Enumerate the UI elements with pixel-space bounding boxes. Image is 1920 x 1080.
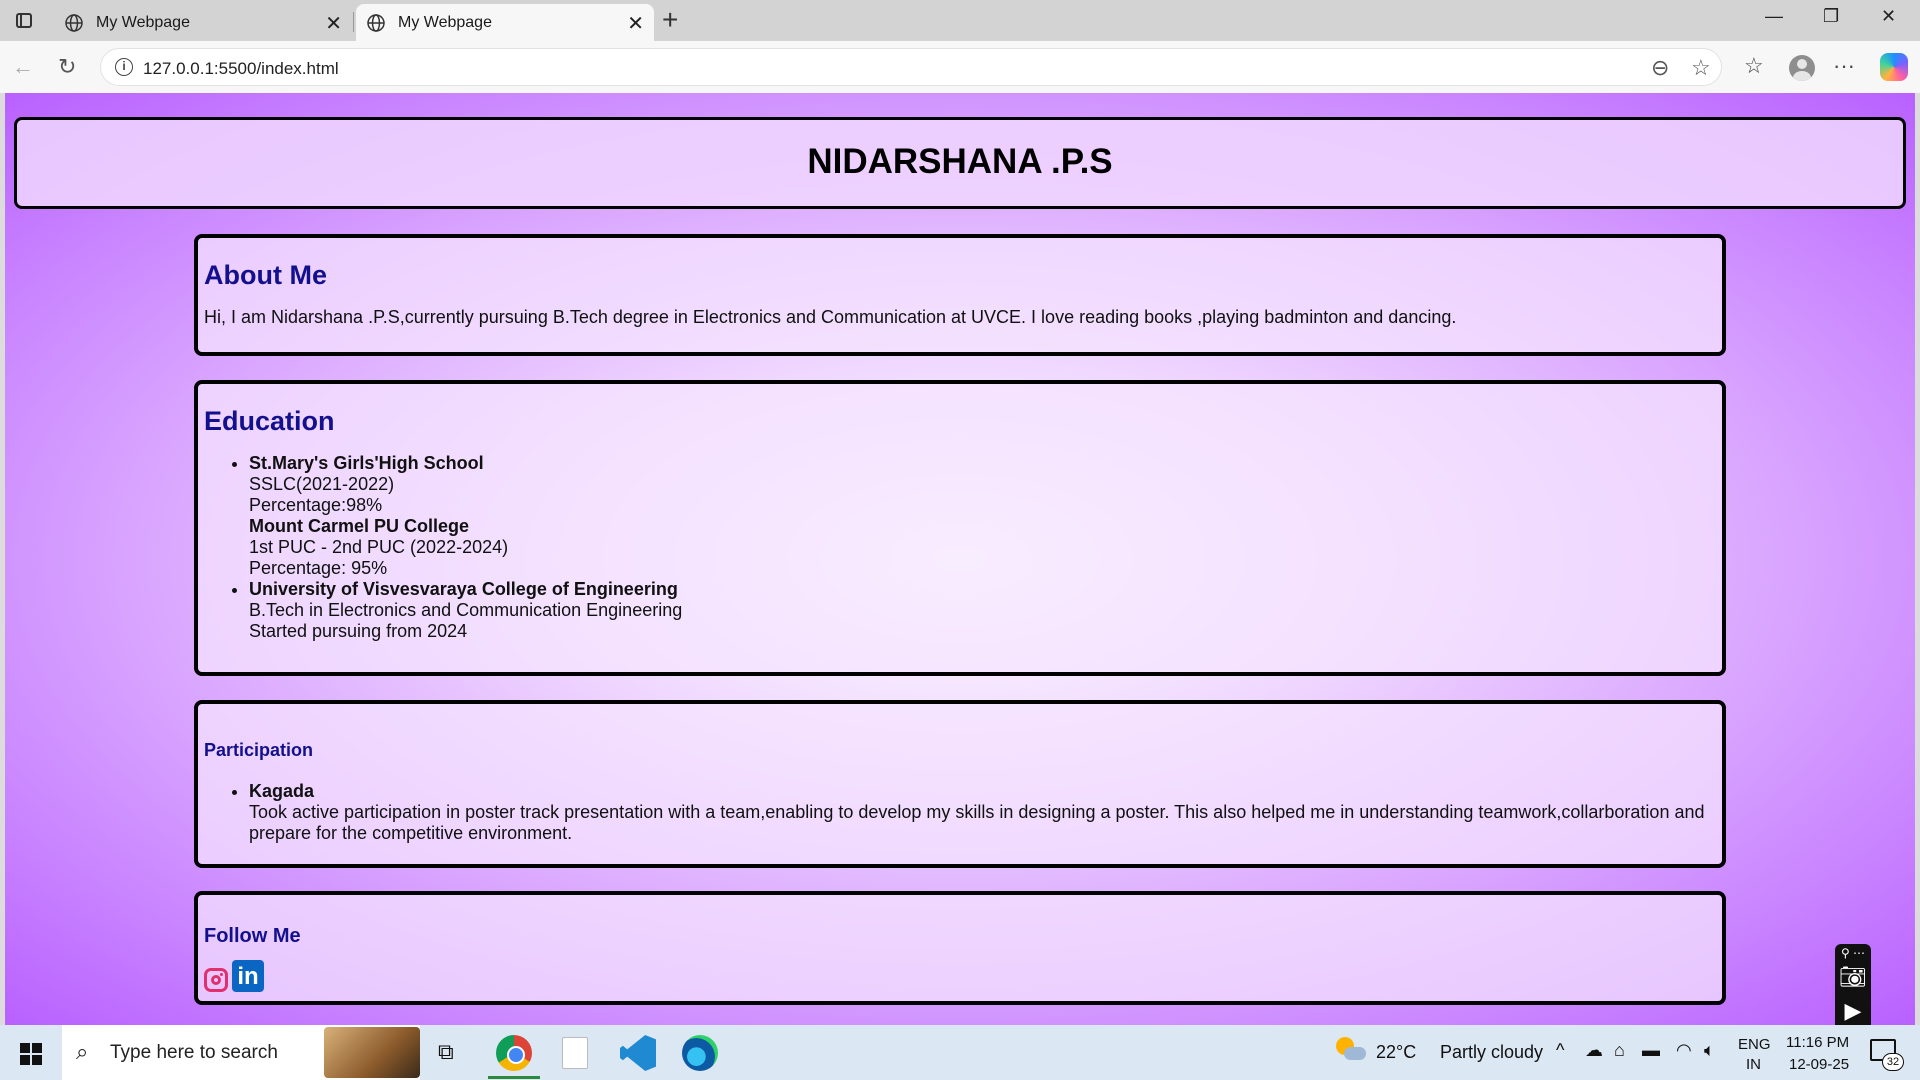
tab-separator	[353, 12, 354, 32]
participation-text: Took active participation in poster trac…	[249, 802, 1705, 843]
participation-list: Kagada Took active participation in post…	[249, 781, 1716, 844]
search-icon: ⌕	[76, 1039, 89, 1064]
close-tab-icon[interactable]: ✕	[325, 11, 342, 36]
camera-icon[interactable]: 📷︎	[1835, 964, 1871, 990]
refresh-icon[interactable]: ↻	[58, 54, 76, 80]
participation-heading: Participation	[204, 740, 314, 760]
windows-start-icon[interactable]	[20, 1043, 42, 1065]
tab-1[interactable]: My Webpage ✕	[54, 4, 352, 41]
tab-2-active[interactable]: My Webpage ✕	[356, 4, 654, 41]
education-detail: B.Tech in Electronics and Communication …	[249, 600, 683, 620]
copilot-icon[interactable]	[1880, 53, 1908, 81]
page-title: NIDARSHANA .P.S	[807, 142, 1113, 181]
battery-icon[interactable]: ▬	[1642, 1040, 1660, 1061]
clock-date[interactable]: 12-09-25	[1789, 1056, 1849, 1073]
minimize-icon[interactable]: —	[1765, 6, 1783, 27]
about-heading: About Me	[204, 260, 327, 290]
file-app-icon[interactable]	[562, 1037, 588, 1069]
education-detail: Started pursuing from 2024	[249, 621, 468, 641]
search-placeholder[interactable]: Type here to search	[110, 1042, 278, 1064]
language-bottom[interactable]: IN	[1746, 1056, 1761, 1073]
wifi-icon[interactable]: ◠	[1676, 1040, 1692, 1061]
address-bar[interactable]: i 127.0.0.1:5500/index.html ⊖ ☆	[100, 48, 1722, 86]
globe-icon	[367, 14, 385, 32]
clock-time[interactable]: 11:16 PM	[1786, 1034, 1849, 1051]
education-detail: SSLC(2021-2022)	[249, 474, 395, 494]
weather-icon[interactable]	[1336, 1037, 1366, 1063]
toolbar-grip-icon[interactable]: ⚲ ⋯	[1835, 946, 1871, 960]
education-detail: Percentage:98%	[249, 495, 383, 515]
education-heading: Education	[204, 406, 335, 436]
profile-avatar-icon[interactable]	[1789, 55, 1815, 81]
weather-desc[interactable]: Partly cloudy	[1440, 1042, 1543, 1063]
list-item: University of Visvesvaraya College of En…	[249, 579, 1716, 642]
browser-toolbar: ← ↻ i 127.0.0.1:5500/index.html ⊖ ☆ ☆ ··…	[0, 41, 1920, 93]
search-highlight-image[interactable]	[324, 1027, 420, 1078]
education-detail: 1st PUC - 2nd PUC (2022-2024)	[249, 537, 509, 557]
list-item: St.Mary's Girls'High SchoolSSLC(2021-202…	[249, 453, 1716, 579]
participation-section: Participation Kagada Took active partici…	[194, 700, 1726, 868]
institution-name: St.Mary's Girls'High School	[249, 453, 484, 473]
chrome-app-icon[interactable]	[488, 1035, 540, 1079]
more-menu-icon[interactable]: ···	[1833, 53, 1855, 79]
back-icon[interactable]: ←	[12, 54, 34, 80]
about-text: Hi, I am Nidarshana .P.S,currently pursu…	[204, 307, 1457, 327]
globe-icon	[65, 14, 83, 32]
taskbar-search[interactable]: ⌕ Type here to search	[62, 1025, 420, 1080]
education-list: St.Mary's Girls'High SchoolSSLC(2021-202…	[249, 453, 1716, 642]
edge-app-icon[interactable]	[682, 1035, 718, 1071]
new-tab-icon[interactable]: +	[662, 4, 678, 36]
tab-actions-icon[interactable]	[12, 9, 36, 31]
browser-tab-bar: My Webpage ✕ My Webpage ✕ + — ❐ ✕	[0, 0, 1920, 41]
chevron-up-icon[interactable]: ^	[1556, 1040, 1564, 1061]
instagram-icon[interactable]	[204, 968, 228, 992]
linkedin-icon[interactable]: in	[232, 960, 264, 992]
cloud-icon[interactable]: ☁	[1585, 1040, 1603, 1061]
close-tab-icon[interactable]: ✕	[627, 11, 644, 36]
zoom-icon[interactable]: ⊖	[1651, 55, 1669, 81]
tab-title: My Webpage	[96, 14, 190, 31]
social-links: in	[204, 960, 1716, 992]
vscode-app-icon[interactable]	[620, 1035, 656, 1071]
follow-heading: Follow Me	[204, 925, 301, 947]
notification-count-badge: 32	[1882, 1053, 1904, 1071]
tab-title: My Webpage	[398, 14, 492, 31]
about-section: About Me Hi, I am Nidarshana .P.S,curren…	[194, 234, 1726, 356]
language-top[interactable]: ENG	[1738, 1036, 1771, 1053]
list-item: Kagada Took active participation in post…	[249, 781, 1716, 844]
close-window-icon[interactable]: ✕	[1881, 6, 1896, 27]
windows-taskbar: ⌕ Type here to search ⧉ 22°C Partly clou…	[0, 1025, 1920, 1080]
volume-icon[interactable]: 🔈︎	[1704, 1040, 1715, 1061]
follow-section: Follow Me in	[194, 891, 1726, 1005]
favorites-icon[interactable]: ☆	[1744, 53, 1764, 79]
weather-temp[interactable]: 22°C	[1376, 1042, 1416, 1063]
education-detail: Percentage: 95%	[249, 558, 388, 578]
favorite-star-icon[interactable]: ☆	[1691, 55, 1711, 81]
meet-icon[interactable]: ⌂	[1614, 1040, 1625, 1061]
task-view-icon[interactable]: ⧉	[438, 1039, 454, 1065]
institution-name: Mount Carmel PU College	[249, 516, 470, 536]
video-camera-icon[interactable]: ▶	[1835, 998, 1871, 1024]
restore-icon[interactable]: ❐	[1823, 6, 1839, 27]
participation-title: Kagada	[249, 781, 315, 801]
site-info-icon[interactable]: i	[115, 58, 133, 76]
page-header: NIDARSHANA .P.S	[14, 117, 1906, 209]
page-viewport: NIDARSHANA .P.S About Me Hi, I am Nidars…	[5, 93, 1915, 1025]
education-section: Education St.Mary's Girls'High SchoolSSL…	[194, 380, 1726, 676]
url-text[interactable]: 127.0.0.1:5500/index.html	[143, 59, 339, 79]
capture-toolbar: ⚲ ⋯ 📷︎ ▶ ▭ ⚙	[1835, 944, 1871, 1025]
institution-name: University of Visvesvaraya College of En…	[249, 579, 678, 599]
